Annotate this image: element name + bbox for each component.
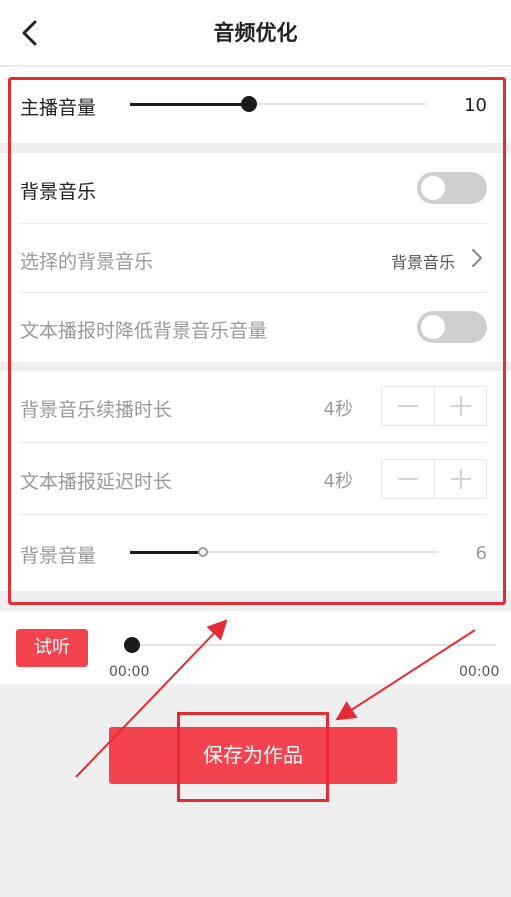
bg-music-label: 背景音乐 bbox=[20, 181, 97, 203]
divider bbox=[20, 442, 487, 443]
anchor-volume-section: 主播音量 10 bbox=[0, 67, 511, 143]
broadcast-delay-stepper bbox=[381, 459, 487, 499]
total-time: 00:00 bbox=[459, 664, 500, 680]
plus-button[interactable] bbox=[435, 460, 487, 498]
bg-music-section: 背景音乐 选择的背景音乐 背景音乐 文本播报时降低背景音乐音量 bbox=[0, 153, 511, 362]
bg-volume-value: 6 bbox=[475, 543, 487, 564]
divider bbox=[20, 514, 487, 515]
playback-track[interactable] bbox=[132, 644, 496, 646]
bg-volume-fill bbox=[130, 551, 198, 554]
chevron-right-icon[interactable] bbox=[469, 247, 485, 269]
page-title: 音频优化 bbox=[213, 21, 298, 45]
plus-button[interactable] bbox=[435, 387, 487, 425]
divider bbox=[20, 223, 487, 224]
anchor-volume-knob[interactable] bbox=[241, 96, 257, 112]
toggle-knob bbox=[421, 315, 445, 339]
music-continue-value: 4秒 bbox=[323, 399, 353, 420]
app-header: 音频优化 bbox=[0, 0, 511, 66]
music-continue-stepper bbox=[381, 386, 487, 426]
bg-volume-knob[interactable] bbox=[198, 547, 208, 557]
anchor-volume-value: 10 bbox=[464, 95, 487, 116]
anchor-volume-fill bbox=[130, 103, 248, 106]
anchor-volume-label: 主播音量 bbox=[20, 97, 97, 119]
broadcast-delay-label: 文本播报延迟时长 bbox=[20, 471, 173, 493]
current-time: 00:00 bbox=[109, 664, 150, 680]
bg-timing-section: 背景音乐续播时长 4秒 文本播报延迟时长 4秒 背景音量 6 bbox=[0, 371, 511, 591]
save-as-work-button[interactable]: 保存为作品 bbox=[109, 727, 397, 784]
divider bbox=[20, 292, 487, 293]
minus-button[interactable] bbox=[382, 460, 434, 498]
duck-music-toggle[interactable] bbox=[417, 311, 487, 343]
minus-button[interactable] bbox=[382, 387, 434, 425]
playback-knob[interactable] bbox=[124, 637, 140, 653]
duck-music-label: 文本播报时降低背景音乐音量 bbox=[20, 320, 268, 342]
selected-music-label: 选择的背景音乐 bbox=[20, 251, 154, 273]
broadcast-delay-value: 4秒 bbox=[323, 471, 353, 492]
toggle-knob bbox=[421, 176, 445, 200]
bg-music-toggle[interactable] bbox=[417, 172, 487, 204]
music-continue-label: 背景音乐续播时长 bbox=[20, 399, 173, 421]
bg-volume-label: 背景音量 bbox=[20, 545, 97, 567]
listen-button[interactable]: 试听 bbox=[16, 629, 88, 667]
selected-music-value[interactable]: 背景音乐 bbox=[391, 249, 455, 273]
